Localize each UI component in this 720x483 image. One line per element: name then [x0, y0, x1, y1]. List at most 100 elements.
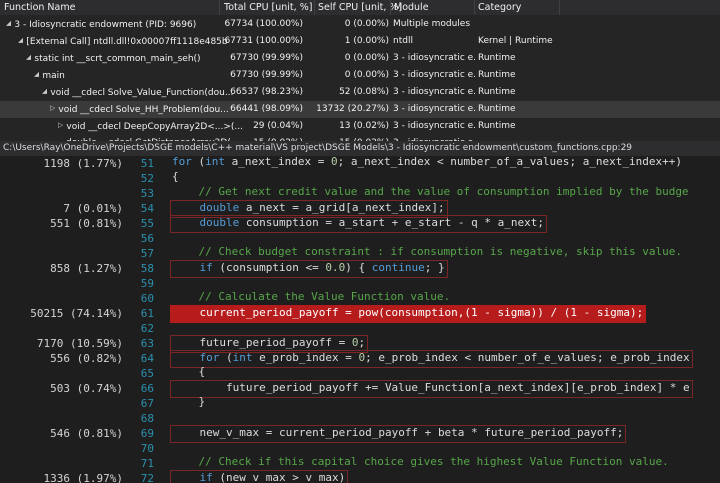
function-name-cell: ◢ 3 - Idiosyncratic endowment (PID: 9696) — [6, 19, 197, 30]
code-line[interactable]: 551 (0.81%) 55 double consumption = a_sta… — [0, 215, 720, 233]
collapse-arrow-icon[interactable]: ◢ — [26, 53, 31, 61]
total-cpu-cell: 67734 (100.00%) — [224, 19, 303, 29]
line-number: 67 — [140, 397, 154, 410]
code-line[interactable]: 67 } — [0, 395, 720, 412]
line-number: 55 — [140, 217, 154, 230]
category-cell: Runtime — [478, 104, 516, 114]
module-cell: 3 - idiosyncratic e... — [393, 121, 475, 131]
total-cpu-cell: 67730 (99.99%) — [230, 70, 303, 80]
call-tree-row[interactable]: ◢ [External Call] ntdll.dll!0x00007ff1118… — [0, 33, 720, 50]
call-tree-row[interactable]: ◢ static int __scrt_common_main_seh() 6773… — [0, 50, 720, 67]
source-file-path-bar: C:\Users\Ray\OneDrive\Projects\DSGE mode… — [0, 141, 720, 156]
code-line[interactable]: 858 (1.27%) 58 if (consumption <= 0.0) { … — [0, 260, 720, 278]
code-line[interactable]: 556 (0.82%) 64 for (int e_prob_index = 0;… — [0, 350, 720, 368]
self-cpu-cell: 1 (0.00%) — [344, 36, 389, 46]
code-text: future_period_payoff += Value_Function[a… — [170, 380, 693, 398]
function-name-cell: ◢ static int __scrt_common_main_seh() — [26, 53, 201, 64]
line-number: 62 — [140, 322, 154, 335]
code-line[interactable]: 50215 (74.14%) 61 current_period_payoff =… — [0, 305, 720, 323]
column-header-bar: Function Name Total CPU [unit, %] Self C… — [0, 0, 720, 15]
total-cpu-cell: 29 (0.04%) — [253, 121, 303, 131]
line-number: 64 — [140, 352, 154, 365]
category-cell: Runtime — [478, 87, 516, 97]
code-text: if (consumption <= 0.0) { continue; } — [170, 260, 448, 278]
total-cpu-cell: 66537 (98.23%) — [230, 87, 303, 97]
collapse-arrow-icon[interactable]: ◢ — [42, 87, 47, 95]
module-cell: 3 - idiosyncratic e... — [393, 53, 475, 63]
collapse-arrow-icon[interactable]: ◢ — [6, 19, 11, 27]
function-name-cell: ◢ [External Call] ntdll.dll!0x00007ff1118… — [18, 36, 228, 47]
line-number: 71 — [140, 457, 154, 470]
module-cell: 3 - idiosyncratic e... — [393, 104, 475, 114]
column-header-total-cpu[interactable]: Total CPU [unit, %] — [224, 2, 312, 13]
cpu-hit-count: 503 (0.74%) — [50, 382, 123, 395]
self-cpu-cell: 13732 (20.27%) — [316, 104, 389, 114]
code-line[interactable]: 1336 (1.97%) 72 if (new_v_max > v_max) — [0, 470, 720, 483]
call-tree-row[interactable]: ◢ void __cdecl Solve_Value_Function(dou..… — [0, 84, 720, 101]
source-file-path: C:\Users\Ray\OneDrive\Projects\DSGE mode… — [3, 143, 633, 153]
code-line[interactable]: 1198 (1.77%) 51 for (int a_next_index = 0;… — [0, 156, 720, 172]
column-header-category[interactable]: Category — [478, 2, 521, 13]
code-text: } — [172, 395, 206, 408]
cpu-hit-count: 551 (0.81%) — [50, 217, 123, 230]
code-line[interactable]: 71 // Check if this capital choice gives… — [0, 455, 720, 472]
cpu-hit-count: 50215 (74.14%) — [30, 307, 123, 320]
cpu-hit-count: 7170 (10.59%) — [36, 337, 123, 350]
self-cpu-cell: 0 (0.00%) — [344, 53, 389, 63]
hot-code-text: current_period_payoff = pow(consumption,… — [170, 305, 647, 323]
total-cpu-cell: 67730 (99.99%) — [230, 53, 303, 63]
code-text: // Get next credit value and the value o… — [172, 185, 689, 198]
module-cell: ntdll — [393, 36, 413, 46]
line-number: 61 — [140, 307, 154, 320]
column-header-module[interactable]: Module — [394, 2, 429, 13]
code-text: { — [172, 365, 206, 378]
call-tree-row[interactable]: ◢ 3 - Idiosyncratic endowment (PID: 9696)… — [0, 16, 720, 33]
category-cell: Runtime — [478, 70, 516, 80]
call-tree-row[interactable]: ▷ void __cdecl DeepCopyArray2D<...>(... 29… — [0, 118, 720, 135]
collapse-arrow-icon[interactable]: ◢ — [18, 36, 23, 44]
expand-arrow-icon[interactable]: ▷ — [58, 121, 63, 129]
cpu-hit-count: 7 (0.01%) — [63, 202, 123, 215]
module-cell: 3 - idiosyncratic e... — [393, 87, 475, 97]
code-text: // Calculate the Value Function value. — [172, 290, 451, 303]
call-tree-row[interactable]: ▷ void __cdecl Solve_HH_Problem(dou... 664… — [0, 101, 720, 118]
category-cell: Runtime — [478, 53, 516, 63]
column-header-function-name[interactable]: Function Name — [4, 2, 75, 13]
line-number: 57 — [140, 247, 154, 260]
code-line[interactable]: 546 (0.81%) 69 new_v_max = current_period… — [0, 425, 720, 443]
cpu-hit-count: 1336 (1.97%) — [43, 472, 123, 483]
line-number: 68 — [140, 412, 154, 425]
line-number: 72 — [140, 472, 154, 483]
line-number: 60 — [140, 292, 154, 305]
line-number: 70 — [140, 442, 154, 455]
line-number: 59 — [140, 277, 154, 290]
code-text: for (int a_next_index = 0; a_next_index … — [172, 156, 683, 168]
line-number: 53 — [140, 187, 154, 200]
line-number: 51 — [140, 157, 154, 170]
line-number: 54 — [140, 202, 154, 215]
total-cpu-cell: 67731 (100.00%) — [224, 36, 303, 46]
self-cpu-cell: 0 (0.00%) — [344, 19, 389, 29]
cpu-hit-count: 556 (0.82%) — [50, 352, 123, 365]
function-name-cell: ◢ main — [34, 70, 65, 81]
code-editor[interactable]: 1198 (1.77%) 51 for (int a_next_index = 0;… — [0, 156, 720, 483]
collapse-arrow-icon[interactable]: ◢ — [34, 70, 39, 78]
cpu-hit-count: 858 (1.27%) — [50, 262, 123, 275]
line-number: 56 — [140, 232, 154, 245]
total-cpu-cell: 66441 (98.09%) — [230, 104, 303, 114]
category-cell: Runtime — [478, 121, 516, 131]
code-text: for (int e_prob_index = 0; e_prob_index … — [170, 350, 693, 368]
code-line[interactable]: 503 (0.74%) 66 future_period_payoff += Va… — [0, 380, 720, 398]
self-cpu-cell: 52 (0.08%) — [339, 87, 389, 97]
self-cpu-cell: 13 (0.02%) — [339, 121, 389, 131]
code-text: double consumption = a_start + e_start -… — [170, 215, 547, 233]
call-tree-row[interactable]: ◢ main 67730 (99.99%) 0 (0.00%) 3 - idiosync… — [0, 67, 720, 84]
code-text: // Check budget constraint : if consumpt… — [172, 245, 682, 258]
cpu-hit-count: 1198 (1.77%) — [43, 157, 123, 170]
profiler-call-tree: Function Name Total CPU [unit, %] Self C… — [0, 0, 720, 141]
expand-arrow-icon[interactable]: ▷ — [50, 104, 55, 112]
